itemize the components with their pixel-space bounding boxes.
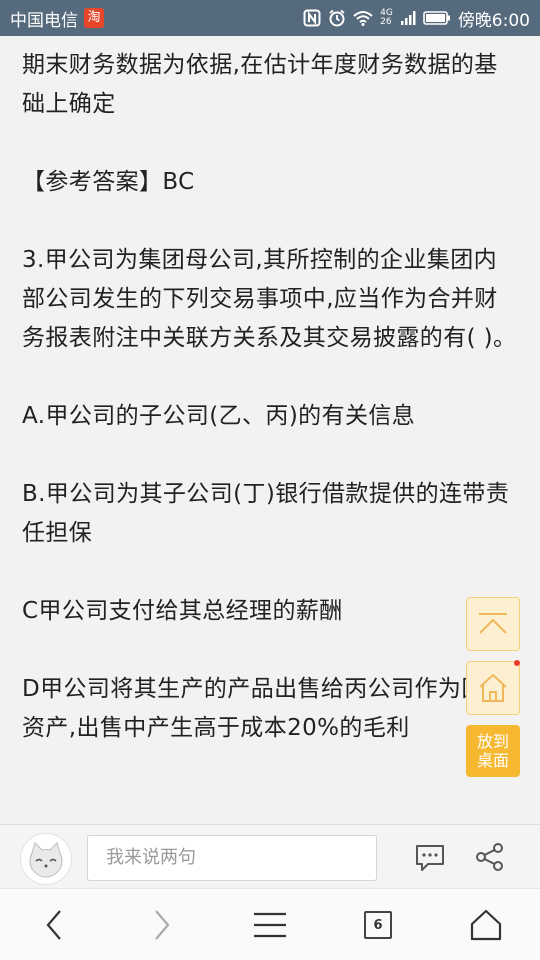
add-to-desktop-button[interactable]: 放到 桌面 (466, 725, 520, 777)
article-content: 期末财务数据为依据,在估计年度财务数据的基础上确定 【参考答案】BC 3.甲公司… (0, 36, 540, 824)
forward-button[interactable] (130, 889, 194, 960)
status-bar: 中国电信 淘 4G 26 傍晚6:00 (0, 0, 540, 36)
paragraph: C甲公司支付给其总经理的薪酬 (22, 598, 343, 624)
tabs-button[interactable]: 6 (346, 889, 410, 960)
forward-arrow-icon (155, 910, 170, 940)
home-nav-button[interactable] (454, 889, 518, 960)
comment-icon[interactable] (414, 843, 446, 873)
notification-dot (514, 660, 520, 666)
comment-bar: 我来说两句 (0, 824, 540, 888)
paragraph: 【参考答案】BC (22, 169, 195, 195)
share-icon[interactable] (474, 841, 506, 873)
network-type-bottom: 26 (380, 17, 392, 27)
menu-icon (254, 912, 286, 938)
network-type: 4G 26 (380, 9, 393, 27)
clock: 傍晚6:00 (457, 10, 530, 31)
signal-icon (400, 11, 416, 25)
back-to-top-button[interactable] (466, 597, 520, 651)
back-to-top-icon (479, 613, 507, 634)
paragraph: A.甲公司的子公司(乙、丙)的有关信息 (22, 403, 416, 429)
browser-bottom-nav: 6 (0, 888, 540, 960)
comment-input[interactable]: 我来说两句 (87, 835, 377, 881)
avatar[interactable] (20, 833, 72, 885)
alarm-icon (329, 9, 345, 27)
wifi-icon (353, 11, 373, 26)
paragraph: D甲公司将其生产的产品出售给丙公司作为固定资产,出售中产生高于成本20%的毛利 (22, 676, 509, 741)
carrier-name: 中国电信 (10, 10, 78, 31)
add-to-desktop-label-1: 放到 (476, 732, 509, 751)
status-icons: 4G 26 傍晚6:00 (303, 6, 530, 31)
tab-count: 6 (364, 911, 392, 939)
home-button[interactable] (466, 661, 520, 715)
paragraph: B.甲公司为其子公司(丁)银行借款提供的连带责任担保 (22, 481, 510, 546)
paragraph: 3.甲公司为集团母公司,其所控制的企业集团内部公司发生的下列交易事项中,应当作为… (22, 247, 517, 351)
home-nav-icon (470, 909, 502, 941)
paragraph: 期末财务数据为依据,在估计年度财务数据的基础上确定 (22, 52, 498, 117)
back-button[interactable] (22, 889, 86, 960)
battery-icon (423, 11, 450, 25)
home-icon (479, 673, 507, 702)
menu-button[interactable] (238, 889, 302, 960)
add-to-desktop-label-2: 桌面 (476, 751, 509, 770)
cat-avatar-icon (29, 842, 63, 878)
carrier-group: 中国电信 淘 (10, 6, 104, 31)
nfc-icon (303, 9, 321, 27)
back-arrow-icon (46, 910, 61, 940)
taobao-notification-icon: 淘 (84, 8, 104, 28)
